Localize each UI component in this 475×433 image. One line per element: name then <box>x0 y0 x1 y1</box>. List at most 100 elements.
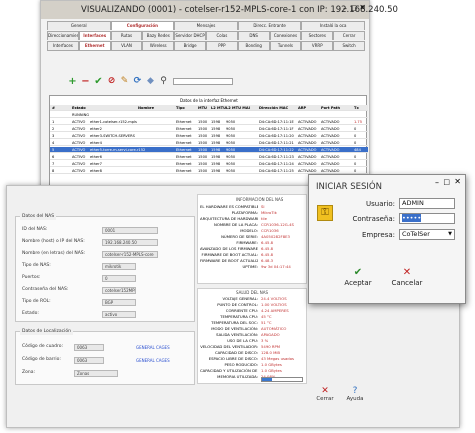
col-mtu: MTU <box>198 106 207 110</box>
password-input[interactable]: ••••• <box>399 213 455 224</box>
table-row[interactable]: 1 ACTIVO ether1-cotelser-r152-mpls Ethernet… <box>50 119 368 125</box>
table-row[interactable]: 6 ACTIVO ether6 Ethernet 1500 1598 9050 D4:CA:6… <box>50 154 368 160</box>
nas-field-value[interactable]: BGP <box>102 299 136 306</box>
nas-field-value[interactable]: 0 <box>102 275 136 282</box>
filter-icon[interactable]: ⚲ <box>158 76 169 87</box>
table-row[interactable]: 4 ACTIVO ether4 Ethernet 1500 1598 9050 D4:CA:6… <box>50 140 368 146</box>
comment-icon[interactable]: ✎ <box>119 76 130 87</box>
company-select[interactable]: CoTelSer ▼ <box>399 229 455 240</box>
tab-bridge[interactable]: Bridge <box>174 41 206 50</box>
tab-vlan[interactable]: VLAN <box>110 41 143 50</box>
table-cell: D4:CA:6D:17:11:22 <box>259 148 294 152</box>
remove-icon[interactable]: − <box>80 76 91 87</box>
nas-field-label: Nombre (en letras) del NAS: <box>22 251 86 256</box>
table-cell: 9050 <box>226 134 236 138</box>
loc-link-2[interactable]: GENERAL CAGES <box>136 358 170 363</box>
user-label: Usuario: <box>366 200 395 208</box>
table-cell: 1500 <box>198 169 208 173</box>
checkmark-icon: ✔ <box>353 267 363 278</box>
tab-direccionamiento[interactable]: Direccionamiento <box>47 31 79 40</box>
tab-sectores[interactable]: Sectores <box>301 31 334 40</box>
tab-bazy-redes[interactable]: Bazy Redes <box>142 31 175 40</box>
reset-icon[interactable]: ◆ <box>145 76 156 87</box>
table-cell: ACTIVADO <box>321 155 340 159</box>
table-row[interactable]: 7 ACTIVO ether7 Ethernet 1500 1598 9050 D4:CA:6… <box>50 161 368 167</box>
tab-bonding[interactable]: Bonding <box>237 41 270 50</box>
col-tipo: Tipo <box>176 106 185 110</box>
tab-dns[interactable]: DNS <box>237 31 270 40</box>
loc-link-1[interactable]: GENERAL CAGES <box>136 345 170 350</box>
info-title: INFORMACIÓN DEL NAS <box>236 197 284 202</box>
tab-cerrar[interactable]: Cerrar <box>333 31 365 40</box>
tab-interfaces[interactable]: Interfaces <box>78 31 111 40</box>
close-icon[interactable]: ✕ <box>359 3 366 12</box>
tab-general[interactable]: General <box>47 21 111 30</box>
disable-icon[interactable]: ⊘ <box>106 76 117 87</box>
close-button[interactable]: ✕ Cerrar <box>315 386 335 402</box>
col-l2mtu: L2 MTU <box>211 106 226 110</box>
loc-barrio-field[interactable]: 0063 <box>74 357 104 364</box>
user-input[interactable]: ADMIN <box>399 198 455 209</box>
table-cell: 9050 <box>226 120 236 124</box>
table-cell: Ethernet <box>176 134 192 138</box>
tab-conexiones[interactable]: Conexiones <box>269 31 302 40</box>
nas-field-value[interactable]: mikrotik <box>102 263 136 270</box>
col-arp: ARP <box>298 106 307 110</box>
table-cell: ACTIVADO <box>298 120 317 124</box>
table-cell: ether7 <box>90 162 102 166</box>
table-cell: ACTIVADO <box>321 162 340 166</box>
help-button[interactable]: ? Ayuda <box>345 386 365 402</box>
tab-ethernet[interactable]: Ethernet <box>78 41 111 50</box>
maximize-icon[interactable]: □ <box>350 4 357 12</box>
table-cell: D4:CA:6D:17:11:23 <box>259 155 294 159</box>
nas-field-value[interactable]: 0001 <box>102 227 158 234</box>
tab-switch[interactable]: Switch <box>333 41 365 50</box>
nas-field-value[interactable]: cotelser-r152-MPLS-core <box>102 251 158 258</box>
nas-field-label: Contraseña del NAS: <box>22 287 69 292</box>
table-cell: ether1-cotelser-r152-mpls <box>90 120 137 124</box>
maximize-icon[interactable]: □ <box>443 178 450 186</box>
table-cell: 1598 <box>211 120 221 124</box>
tab-instalo[interactable]: Instaló la oca <box>301 21 365 30</box>
tab-colas[interactable]: Colas <box>205 31 238 40</box>
table-row[interactable]: RUNNING MASTER <box>50 112 368 118</box>
login-title: INICIAR SESIÓN <box>316 182 382 192</box>
accept-button[interactable]: ✔ Aceptar <box>341 267 375 287</box>
tab-tunnels[interactable]: Tunnels <box>269 41 302 50</box>
loc-cuadro-field[interactable]: 0063 <box>74 344 104 351</box>
table-cell: ACTIVO <box>72 141 86 145</box>
password-label: Contraseña: <box>352 215 395 223</box>
refresh-icon[interactable]: ⟳ <box>132 76 143 87</box>
nas-field-value[interactable]: 192.168.240.50 <box>102 239 158 246</box>
table-cell: ether3-SWITCH-SERVERS <box>90 134 135 138</box>
zona-select[interactable]: Zonas <box>74 370 118 377</box>
minimize-icon[interactable]: – <box>435 178 439 187</box>
tab-ppp[interactable]: PPP <box>205 41 238 50</box>
enable-icon[interactable]: ✔ <box>93 76 104 87</box>
table-cell: ACTIVO <box>72 169 86 173</box>
close-icon[interactable]: ✕ <box>454 177 461 186</box>
tab-mensajes[interactable]: Mensajes <box>174 21 238 30</box>
add-icon[interactable]: + <box>67 76 78 87</box>
tab-wireless[interactable]: Wireless <box>142 41 175 50</box>
nas-field-label: Puertos: <box>22 275 41 280</box>
nas-data-group: Datos del NAS ID del NAS: 0001 Nombre (hos… <box>15 214 195 322</box>
nas-field-value[interactable]: activo <box>102 311 136 318</box>
tab-interfaces-sub[interactable]: Interfaces <box>47 41 79 50</box>
minimize-icon[interactable]: – <box>343 4 347 13</box>
table-title: Datos de la interfaz Ethernet <box>180 98 238 103</box>
nas-field-value[interactable]: cotelser152MPLScore <box>102 287 136 294</box>
table-cell: Ethernet <box>176 120 192 124</box>
filter-input[interactable] <box>173 78 233 85</box>
nas-health-panel: SALUD DEL NAS VOLTAJE GENERAL: 24.4 VOLTI… <box>197 288 307 384</box>
memory-progress-fill <box>262 378 272 381</box>
cancel-button[interactable]: ✕ Cancelar <box>387 267 427 287</box>
tab-direcc-entrante[interactable]: Direcc. Entrante <box>237 21 302 30</box>
tab-configuracion[interactable]: Configuración <box>110 21 175 30</box>
tab-rutas[interactable]: Rutas <box>110 31 143 40</box>
table-row[interactable]: 3 ACTIVO ether3-SWITCH-SERVERS Ethernet 1500… <box>50 133 368 139</box>
tab-vrrp[interactable]: VRRP <box>301 41 334 50</box>
table-row[interactable]: 2 ACTIVO ether2 Ethernet 1500 1598 9050 D4:CA:6… <box>50 126 368 132</box>
tab-dhcp[interactable]: Servidor DHCP <box>174 31 206 40</box>
table-row[interactable]: 5 ACTIVO ether5-torre-m-servi-core-r152 Eth… <box>50 147 368 153</box>
